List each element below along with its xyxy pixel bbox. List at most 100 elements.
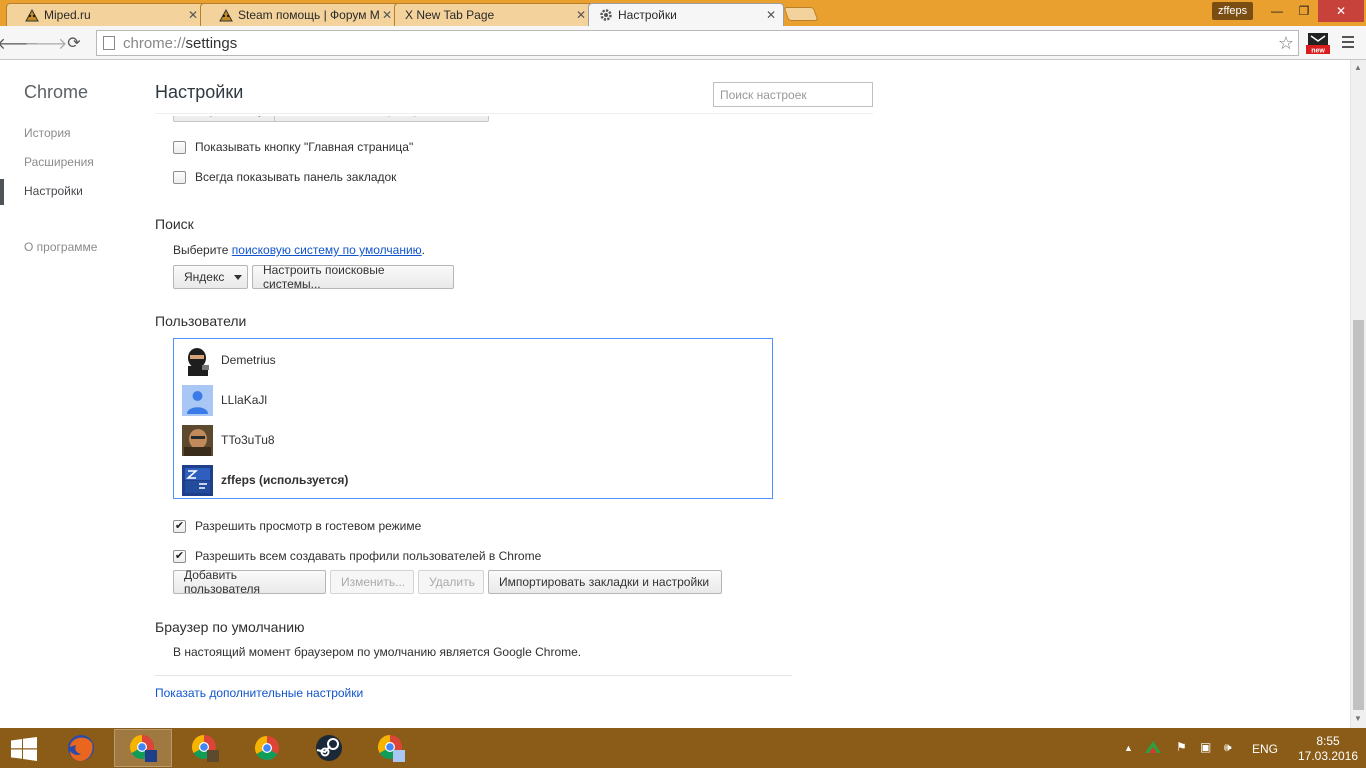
flag-icon[interactable]: ⚑ — [1176, 740, 1187, 754]
default-browser-text: В настоящий момент браузером по умолчани… — [173, 645, 582, 659]
window-close-icon[interactable]: ✕ — [1318, 0, 1364, 22]
list-item[interactable]: zffeps (используется) — [182, 464, 348, 496]
page-scrollbar[interactable]: ▲ ▼ — [1350, 60, 1366, 728]
guest-mode-checkbox[interactable]: ✔ — [173, 519, 186, 533]
show-bookmarks-label: Всегда показывать панель закладок — [195, 170, 397, 184]
reload-icon[interactable]: ⟳ — [64, 33, 84, 53]
address-bar[interactable]: chrome://settings ☆ — [96, 30, 1299, 56]
search-section-title: Поиск — [155, 216, 194, 232]
search-engine-select[interactable]: Яндекс — [173, 265, 248, 289]
custom-avatar — [182, 464, 213, 496]
tab-steam-help[interactable]: Steam помощь | Форум M ✕ — [200, 3, 400, 26]
miped-icon — [219, 8, 233, 22]
sidebar-title: Chrome — [24, 82, 89, 102]
allow-profiles-checkbox[interactable]: ✔ — [173, 549, 186, 563]
guest-mode-label: Разрешить просмотр в гостевом режиме — [195, 519, 422, 533]
list-item[interactable]: LLlaKaJl — [182, 384, 267, 416]
miped-icon — [25, 8, 39, 22]
forward-icon[interactable]: 🡒 — [25, 33, 68, 53]
show-home-label: Показывать кнопку "Главная страница" — [195, 140, 414, 154]
delete-user-button[interactable]: Удалить — [418, 570, 484, 594]
scrollbar-thumb[interactable] — [1353, 320, 1364, 710]
user-name: Demetrius — [221, 353, 276, 367]
default-browser-title: Браузер по умолчанию — [155, 619, 305, 635]
add-user-button[interactable]: Добавить пользователя — [173, 568, 326, 596]
photo-avatar — [182, 424, 213, 456]
list-item[interactable]: TTo3uTu8 — [182, 424, 275, 456]
minimize-icon[interactable]: — — [1262, 0, 1292, 22]
allow-profiles-label: Разрешить всем создавать профили пользов… — [195, 549, 542, 563]
chrome-profile-icon[interactable] — [114, 729, 172, 767]
chrome-profile-icon[interactable] — [176, 729, 234, 767]
restore-icon[interactable]: ❐ — [1292, 0, 1316, 22]
network-icon[interactable]: ▣ — [1200, 740, 1211, 754]
user-name: LLlaKaJl — [221, 393, 268, 407]
tab-new-tab-page[interactable]: X New Tab Page ✕ — [394, 3, 594, 26]
chrome-menu-icon[interactable] — [1340, 34, 1356, 50]
sidebar-item-extensions[interactable]: Расширения — [24, 155, 94, 169]
volume-icon[interactable]: 🕪 — [1224, 740, 1232, 755]
profile-name-badge[interactable]: zffeps — [1212, 2, 1254, 20]
list-item[interactable]: Demetrius — [182, 344, 276, 376]
close-icon[interactable]: ✕ — [575, 8, 587, 22]
address-url: chrome://settings — [123, 34, 238, 52]
tab-settings[interactable]: Настройки ✕ — [588, 3, 784, 26]
show-bookmarks-row[interactable]: Всегда показывать панель закладок — [173, 170, 396, 184]
page-icon — [103, 36, 115, 50]
chrome-profile-icon[interactable] — [362, 729, 420, 767]
show-home-row[interactable]: Показывать кнопку "Главная страница" — [173, 140, 413, 154]
steam-icon[interactable] — [300, 729, 358, 767]
chevron-down-icon — [234, 274, 243, 280]
default-search-link[interactable]: поисковую систему по умолчанию — [232, 243, 422, 257]
taskbar: ▲ ⚑ ▣ 🕪 ENG 8:55 17.03.2016 — [0, 728, 1366, 768]
tab-title: Steam помощь | Форум M — [238, 8, 380, 22]
import-bookmarks-button[interactable]: Импортировать закладки и настройки — [488, 570, 722, 594]
header-divider — [155, 113, 873, 114]
scroll-up-icon[interactable]: ▲ — [1354, 63, 1362, 72]
show-home-checkbox[interactable] — [173, 140, 186, 154]
extension-new-icon[interactable]: new — [1306, 32, 1330, 55]
guest-mode-row[interactable]: ✔ Разрешить просмотр в гостевом режиме — [173, 519, 421, 533]
sidebar-item-settings[interactable]: Настройки — [24, 184, 83, 198]
tab-title: Miped.ru — [44, 8, 91, 22]
page-title: Настройки — [155, 82, 244, 102]
bottom-divider — [155, 675, 792, 676]
users-section-title: Пользователи — [155, 313, 247, 329]
windows-start-icon[interactable] — [10, 737, 38, 761]
allow-profiles-row[interactable]: ✔ Разрешить всем создавать профили польз… — [173, 549, 541, 563]
clock-time: 8:55 — [1316, 734, 1340, 748]
sidebar-item-history[interactable]: История — [24, 126, 71, 140]
close-icon[interactable]: ✕ — [187, 8, 199, 22]
chrome-icon[interactable] — [238, 729, 296, 767]
show-bookmarks-checkbox[interactable] — [173, 170, 186, 184]
close-icon[interactable]: ✕ — [381, 8, 393, 22]
manage-search-engines-button[interactable]: Настроить поисковые системы... — [252, 263, 454, 291]
user-name: zffeps (используется) — [221, 473, 349, 487]
show-advanced-settings-link[interactable]: Показать дополнительные настройки — [155, 686, 363, 700]
gear-icon — [599, 8, 613, 22]
generic-person-avatar — [182, 384, 213, 416]
search-settings-input[interactable] — [713, 82, 873, 107]
search-description: Выберите поисковую систему по умолчанию. — [173, 243, 426, 257]
tab-title: X New Tab Page — [405, 8, 495, 22]
edit-user-button[interactable]: Изменить... — [330, 570, 414, 594]
clock[interactable]: 8:55 17.03.2016 — [1296, 734, 1360, 764]
reset-theme-button[interactable]: Восстановить тему по умолчанию — [274, 116, 489, 122]
clock-date: 17.03.2016 — [1297, 749, 1359, 763]
browser-toolbar: 🡐 🡒 ⟳ chrome://settings ☆ new — [0, 26, 1366, 60]
firefox-icon[interactable] — [52, 729, 110, 767]
title-bar: Miped.ru ✕ Steam помощь | Форум M ✕ X Ne… — [0, 0, 1366, 26]
tab-title: Настройки — [618, 8, 677, 22]
ninja-avatar — [182, 344, 213, 376]
new-tab-button[interactable] — [783, 7, 819, 21]
tray-app-icon[interactable] — [1144, 740, 1162, 757]
sidebar-item-about[interactable]: О программе — [24, 240, 97, 254]
user-list[interactable]: Demetrius LLlaKaJl TTo3uTu8 zffeps (испо… — [173, 338, 773, 499]
tab-miped[interactable]: Miped.ru ✕ — [6, 3, 206, 26]
language-indicator[interactable]: ENG — [1252, 742, 1278, 756]
tray-expand-icon[interactable]: ▲ — [1124, 743, 1133, 753]
bookmark-star-icon[interactable]: ☆ — [1278, 33, 1294, 54]
scroll-down-icon[interactable]: ▼ — [1354, 714, 1362, 723]
close-icon[interactable]: ✕ — [765, 8, 777, 22]
user-name: TTo3uTu8 — [221, 433, 275, 447]
